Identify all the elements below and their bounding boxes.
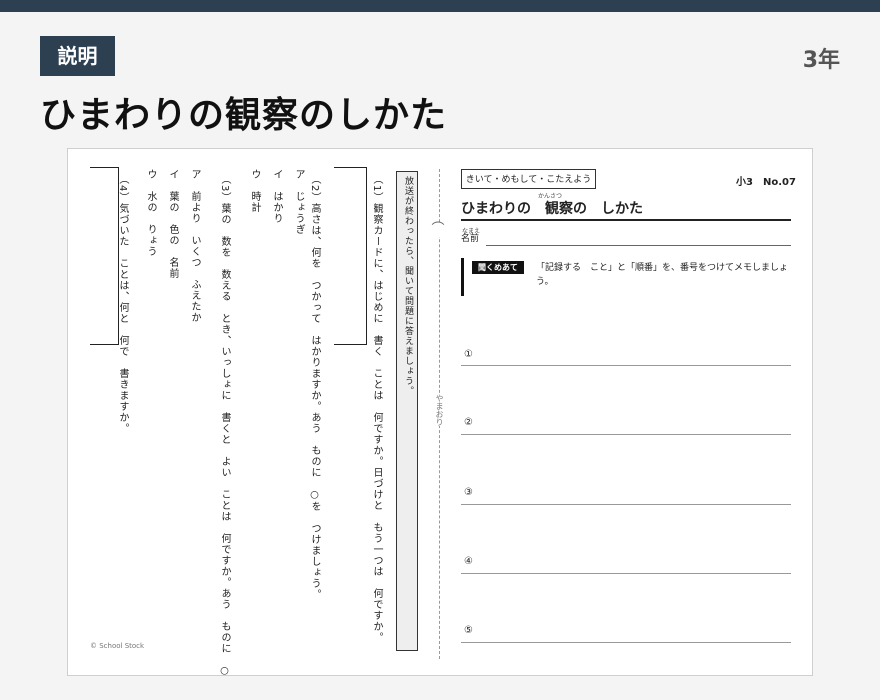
worksheet-label: きいて・めもして・こたえよう bbox=[461, 169, 596, 189]
fold-label: やまおり bbox=[434, 394, 445, 426]
question-2: （2）高さは、何を つかって はかりますか。あう ものに ○を つけましょう。 bbox=[309, 174, 320, 601]
task-text: 「記録する こと」と「順番」を、番号をつけてメモしましょう。 bbox=[536, 263, 789, 287]
question-2-option-u: ウ 時計 bbox=[249, 169, 260, 213]
answer-line-4[interactable] bbox=[461, 573, 791, 574]
answer-box-1 bbox=[334, 167, 367, 345]
question-2-option-a: ア じょうぎ bbox=[293, 169, 304, 235]
category-tag: 説明 bbox=[40, 36, 115, 76]
copyright: © School Stock bbox=[90, 642, 145, 650]
question-1: （1）観察カードに、はじめに 書く ことは 何ですか。日づけと もう一つは 何で… bbox=[371, 174, 382, 644]
fold-icon: ⌒ bbox=[431, 222, 445, 237]
question-3-option-i: イ 葉の 色の 名前 bbox=[167, 169, 178, 279]
answer-line-5[interactable] bbox=[461, 642, 791, 643]
answer-number-2: ② bbox=[464, 417, 473, 428]
top-bar bbox=[0, 0, 880, 12]
worksheet-code: 小3 No.07 bbox=[736, 177, 796, 188]
worksheet: （4）気づいた ことは、何と 何で 書きますか。 ウ 水の りょう イ 葉の 色… bbox=[67, 148, 813, 676]
name-label: 名前 bbox=[461, 234, 480, 244]
answer-line-1[interactable] bbox=[461, 365, 791, 366]
answer-box-4 bbox=[90, 167, 119, 345]
question-2-option-i: イ はかり bbox=[271, 169, 282, 224]
instruction-box: 放送が終わったら、聞いて問題に答えましょう。 bbox=[396, 171, 418, 651]
name-line bbox=[486, 245, 791, 246]
task-label: 聞くめあて bbox=[472, 261, 524, 274]
answer-line-2[interactable] bbox=[461, 434, 791, 435]
answer-number-5: ⑤ bbox=[464, 625, 473, 636]
instruction-text: 放送が終わったら、聞いて問題に答えましょう。 bbox=[403, 176, 413, 396]
grade-label: 3年 bbox=[802, 48, 840, 73]
answer-number-3: ③ bbox=[464, 487, 473, 498]
task-bar bbox=[461, 258, 464, 296]
answer-number-1: ① bbox=[464, 349, 473, 360]
question-3-option-u: ウ 水の りょう bbox=[145, 169, 156, 257]
answer-number-4: ④ bbox=[464, 556, 473, 567]
answer-line-3[interactable] bbox=[461, 504, 791, 505]
question-3-option-a: ア 前より いくつ ふえたか bbox=[189, 169, 200, 323]
page-title: ひまわりの観察のしかた bbox=[40, 95, 448, 136]
question-3: （3）葉の 数を 数える とき、いっしょに 書くと よい ことは 何ですか。あう… bbox=[219, 174, 230, 676]
worksheet-title: ひまわりの 観察の しかた bbox=[461, 201, 643, 217]
title-underline bbox=[461, 219, 791, 221]
